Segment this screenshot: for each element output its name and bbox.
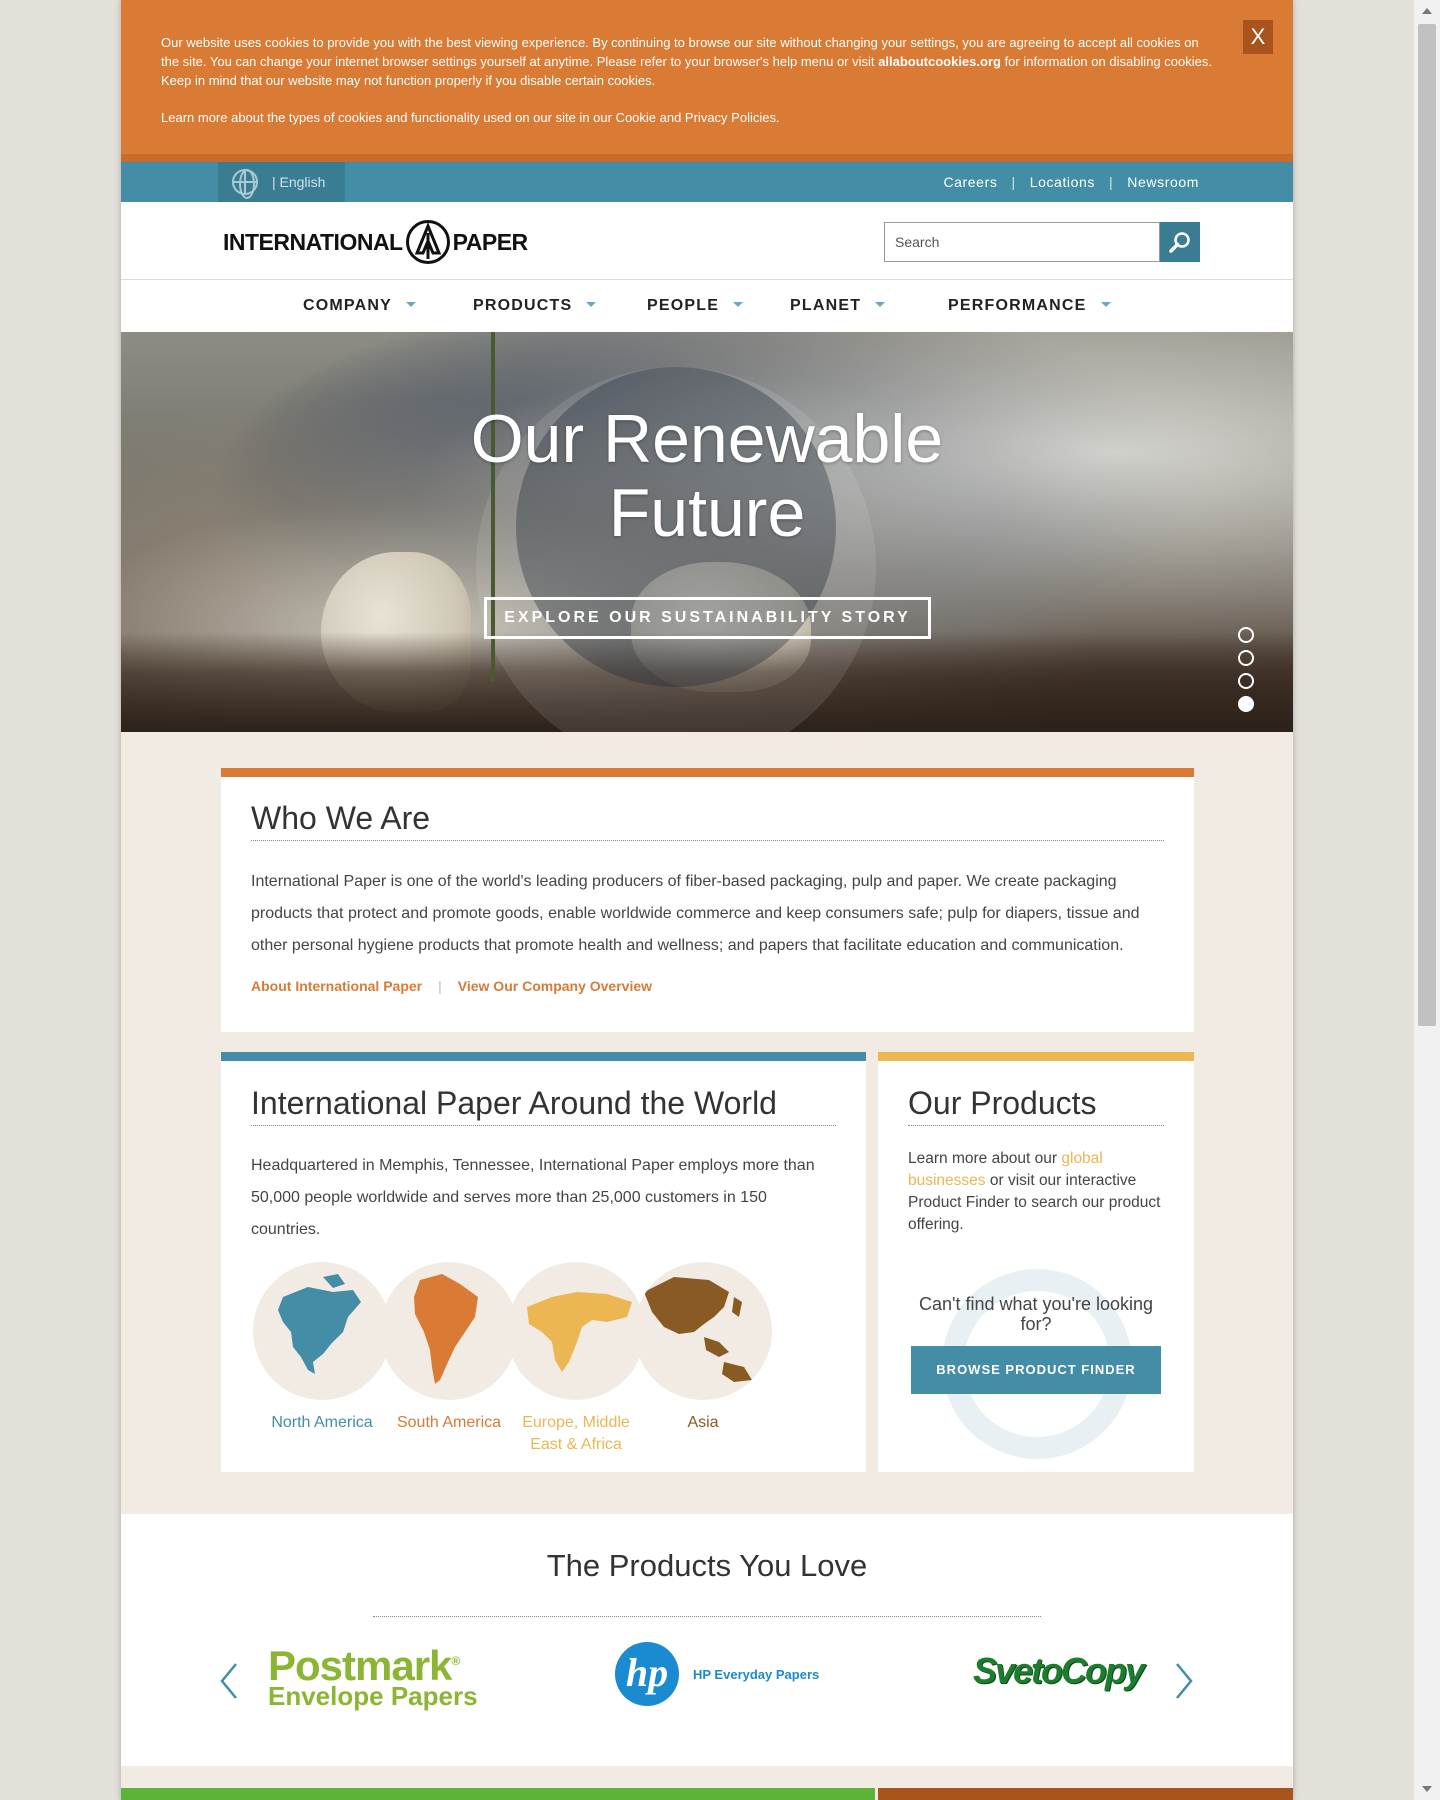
who-body: International Paper is one of the world'… — [251, 873, 1140, 954]
chevron-right-icon — [1176, 1663, 1193, 1699]
region-south-america[interactable]: South America — [380, 1262, 518, 1434]
scroll-up-arrow[interactable] — [1422, 8, 1432, 14]
scroll-down-arrow[interactable] — [1422, 1786, 1432, 1792]
separator: | — [438, 978, 442, 994]
logo-mark-icon — [405, 220, 450, 264]
slide-dot-3[interactable] — [1238, 673, 1254, 689]
slide-dot-2[interactable] — [1238, 650, 1254, 666]
slide-dot-4[interactable] — [1238, 696, 1254, 712]
products-you-love-section: The Products You Love Postmark® Envelope… — [121, 1514, 1293, 1766]
chevron-down-icon — [875, 301, 886, 307]
who-title: Who We Are — [251, 800, 1164, 841]
region-emea[interactable]: Europe, Middle East & Africa — [507, 1262, 645, 1456]
careers-link[interactable]: Careers — [943, 174, 997, 190]
chevron-down-icon — [586, 301, 597, 307]
scrollbar-thumb[interactable] — [1418, 24, 1436, 1026]
globe-icon — [232, 169, 258, 199]
scrollbar[interactable] — [1414, 0, 1440, 1800]
north-america-map-icon — [253, 1262, 391, 1400]
hp-everyday-papers-logo[interactable]: hp HP Everyday Papers — [615, 1642, 819, 1706]
world-body: Headquartered in Memphis, Tennessee, Int… — [251, 1157, 815, 1238]
hero-title: Our Renewable Future — [470, 401, 944, 551]
region-label: Europe, Middle East & Africa — [522, 1414, 630, 1453]
cookie-text: Our website uses cookies to provide you … — [161, 35, 1212, 88]
card-accent-bar — [221, 768, 1194, 777]
hero-banner: Our Renewable Future EXPLORE OUR SUSTAIN… — [121, 332, 1293, 732]
cant-find-text: Can't find what you're looking for? — [918, 1294, 1153, 1334]
language-selector[interactable]: | English — [218, 162, 345, 202]
world-title: International Paper Around the World — [251, 1085, 836, 1126]
bottom-accent-bar — [121, 1788, 875, 1800]
emea-map-icon — [507, 1262, 645, 1400]
region-north-america[interactable]: North America — [253, 1262, 391, 1434]
language-label: | English — [272, 174, 326, 190]
about-link[interactable]: About International Paper — [251, 978, 422, 994]
chevron-left-icon — [220, 1663, 237, 1699]
region-label: North America — [271, 1414, 373, 1431]
cookie-close-button[interactable]: X — [1243, 20, 1273, 54]
nav-performance[interactable]: PERFORMANCE — [948, 280, 1111, 332]
carousel-prev-button[interactable] — [219, 1662, 239, 1705]
utility-bar: | English Careers | Locations | Newsroom — [121, 162, 1293, 202]
region-asia[interactable]: Asia — [634, 1262, 772, 1434]
cookie-policy-text[interactable]: Learn more about the types of cookies an… — [161, 108, 1213, 127]
products-body: Learn more about our global businesses o… — [908, 1150, 1161, 1233]
card-accent-bar — [221, 1052, 866, 1061]
nav-planet[interactable]: PLANET — [790, 280, 886, 332]
logo[interactable]: INTERNATIONAL PAPER — [223, 220, 528, 264]
browse-product-finder-button[interactable]: BROWSE PRODUCT FINDER — [911, 1346, 1161, 1394]
logo-text-right: PAPER — [452, 228, 529, 255]
who-links: About International Paper | View Our Com… — [251, 978, 652, 994]
company-overview-link[interactable]: View Our Company Overview — [458, 978, 652, 994]
main-nav: COMPANY PRODUCTS PEOPLE PLANET PERFORMAN… — [121, 280, 1293, 332]
separator: | — [1109, 174, 1114, 190]
chevron-down-icon — [406, 301, 416, 307]
carousel-next-button[interactable] — [1174, 1662, 1194, 1705]
south-america-map-icon — [380, 1262, 518, 1400]
search-icon — [1169, 232, 1190, 253]
region-label: Asia — [687, 1414, 719, 1431]
asia-map-icon — [634, 1262, 772, 1400]
products-title: Our Products — [908, 1085, 1164, 1126]
nav-products[interactable]: PRODUCTS — [473, 280, 597, 332]
who-we-are-card: Who We Are International Paper is one of… — [221, 768, 1194, 1032]
chevron-down-icon — [733, 301, 744, 307]
chevron-down-icon — [1100, 301, 1111, 307]
logo-text-left: INTERNATIONAL — [223, 228, 403, 255]
region-label: South America — [396, 1414, 502, 1431]
search-button[interactable] — [1160, 222, 1200, 262]
cookie-banner: Our website uses cookies to provide you … — [121, 0, 1293, 162]
explore-sustainability-button[interactable]: EXPLORE OUR SUSTAINABILITY STORY — [484, 597, 931, 639]
search-input[interactable]: Search — [884, 222, 1160, 262]
separator: | — [1011, 174, 1016, 190]
postmark-envelope-papers-logo[interactable]: Postmark® Envelope Papers — [268, 1645, 478, 1712]
slide-dot-1[interactable] — [1238, 627, 1254, 643]
slide-dots — [1238, 627, 1254, 719]
utility-links: Careers | Locations | Newsroom — [943, 162, 1199, 202]
nav-people[interactable]: PEOPLE — [647, 280, 744, 332]
love-title: The Products You Love — [373, 1548, 1041, 1617]
around-the-world-card: International Paper Around the World Hea… — [221, 1052, 866, 1472]
header: INTERNATIONAL PAPER Search — [121, 202, 1293, 280]
hp-logo-icon: hp — [615, 1642, 679, 1706]
svetocopy-logo[interactable]: SvetoCopy — [973, 1650, 1145, 1692]
card-accent-bar — [878, 1052, 1194, 1061]
newsroom-link[interactable]: Newsroom — [1127, 174, 1199, 190]
cookie-link[interactable]: allaboutcookies.org — [878, 54, 1001, 69]
our-products-card: Our Products Learn more about our global… — [878, 1052, 1194, 1472]
locations-link[interactable]: Locations — [1030, 174, 1095, 190]
bottom-accent-bar — [878, 1788, 1293, 1800]
page: Our website uses cookies to provide you … — [121, 0, 1293, 1800]
hp-brand-text: HP Everyday Papers — [693, 1666, 820, 1682]
nav-company[interactable]: COMPANY — [303, 280, 416, 332]
